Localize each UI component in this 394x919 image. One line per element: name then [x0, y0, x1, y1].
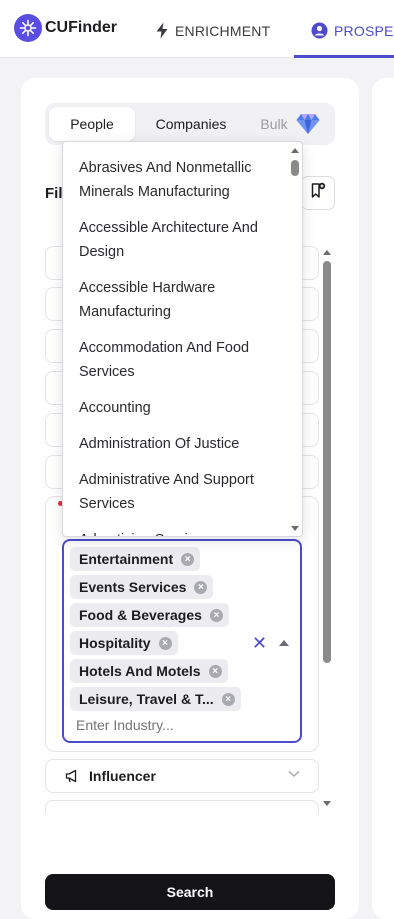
industry-chip: Events Services × [70, 575, 214, 599]
search-button-label: Search [166, 884, 214, 900]
filters-title: Fil [45, 185, 63, 202]
industry-chip-label: Leisure, Travel & T... [79, 691, 214, 707]
tab-companies-label: Companies [155, 116, 227, 132]
results-panel [372, 78, 394, 919]
industry-dropdown: Abrasives And Nonmetallic Minerals Manuf… [62, 141, 303, 537]
tab-companies[interactable]: Companies [141, 107, 241, 141]
dropdown-scrollbar-thumb[interactable] [291, 160, 299, 176]
industry-chip-label: Hospitality [79, 635, 151, 651]
influencer-filter[interactable]: Influencer [45, 759, 319, 793]
panel-scrollbar-thumb[interactable] [323, 261, 331, 663]
lightning-icon [155, 22, 169, 39]
industry-option[interactable]: Abrasives And Nonmetallic Minerals Manuf… [79, 156, 279, 204]
industry-option[interactable]: Accounting [79, 396, 279, 420]
dropdown-scroll-up[interactable] [291, 148, 299, 153]
remove-chip-icon[interactable]: × [194, 580, 208, 594]
chevron-down-icon [288, 770, 300, 778]
industry-option[interactable]: Administration Of Justice [79, 432, 279, 456]
megaphone-icon [65, 769, 79, 783]
remove-chip-icon[interactable]: × [209, 608, 223, 622]
active-nav-indicator [294, 55, 394, 58]
industry-chip-label: Hotels And Motels [79, 663, 201, 679]
industry-chip: Hotels And Motels × [70, 659, 228, 683]
industry-select[interactable]: Entertainment × Events Services × Food &… [62, 539, 302, 743]
industry-option[interactable]: Accessible Architecture And Design [79, 216, 279, 264]
search-button[interactable]: Search [45, 874, 335, 910]
nav-prospect[interactable]: PROSPEC [311, 22, 394, 39]
industry-chip-label: Events Services [79, 579, 187, 595]
scroll-up-arrow[interactable] [323, 250, 331, 255]
influencer-label: Influencer [89, 768, 156, 784]
industry-chip: Leisure, Travel & T... × [70, 687, 241, 711]
tab-bulk-label: Bulk [260, 116, 288, 132]
clear-x-icon[interactable]: ✕ [252, 634, 267, 652]
search-type-tabs: People Companies Bulk [45, 103, 335, 145]
nav-enrichment[interactable]: ENRICHMENT [155, 22, 270, 39]
tab-people[interactable]: People [49, 107, 135, 141]
industry-chip: Food & Beverages × [70, 603, 229, 627]
industry-option[interactable]: Accessible Hardware Manufacturing [79, 276, 279, 324]
save-filter-button[interactable] [301, 176, 335, 210]
industry-chip-label: Entertainment [79, 551, 174, 567]
industry-option[interactable]: Accommodation And Food Services [79, 336, 279, 384]
nav-prospect-label: PROSPEC [334, 22, 394, 39]
cufinder-logo-icon [14, 14, 42, 42]
logo-text: CUFinder [45, 19, 117, 36]
industry-chip-label: Food & Beverages [79, 607, 202, 623]
remove-chip-icon[interactable]: × [221, 692, 235, 706]
collapse-caret-icon[interactable] [279, 640, 289, 646]
tab-people-label: People [70, 116, 114, 132]
logo[interactable]: CUFinder [14, 14, 117, 42]
industry-option[interactable]: Administrative And Support Services [79, 468, 279, 516]
filter-row[interactable] [45, 800, 319, 814]
remove-chip-icon[interactable]: × [208, 664, 222, 678]
bookmark-add-icon [310, 182, 326, 204]
industry-chip: Entertainment × [70, 547, 201, 571]
industry-chip: Hospitality × [70, 631, 178, 655]
industry-option[interactable]: Advertising Services [79, 528, 279, 536]
dropdown-scroll-down[interactable] [291, 526, 299, 531]
top-nav: CUFinder ENRICHMENT PROSPEC [0, 0, 394, 58]
user-circle-icon [311, 22, 328, 39]
scroll-down-arrow[interactable] [323, 801, 331, 806]
nav-enrichment-label: ENRICHMENT [175, 22, 271, 39]
industry-input[interactable] [76, 717, 256, 733]
diamond-icon [296, 113, 320, 135]
remove-chip-icon[interactable]: × [158, 636, 172, 650]
tab-bulk[interactable]: Bulk [247, 107, 333, 141]
remove-chip-icon[interactable]: × [181, 552, 195, 566]
